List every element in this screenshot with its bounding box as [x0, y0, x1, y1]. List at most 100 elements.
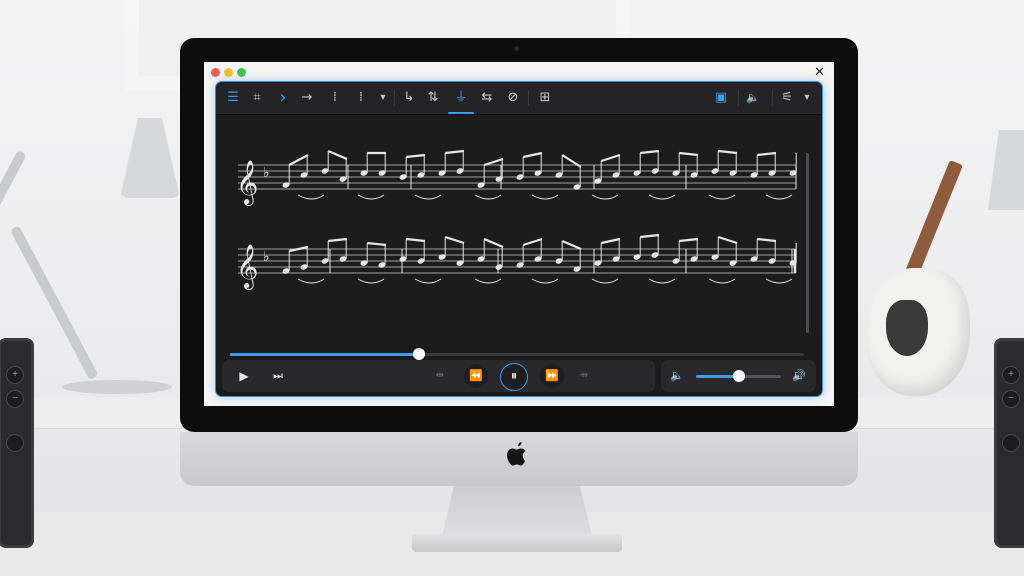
volume-controls: 🔈 🔊	[661, 360, 816, 392]
playback-progress-bar[interactable]	[230, 348, 804, 360]
speaker-icon[interactable]: 🔈	[744, 88, 762, 108]
imac-stand	[442, 486, 592, 536]
sheet-music-canvas: 𝄞 ♭ 𝄞 ♭	[236, 149, 797, 290]
slur	[708, 194, 736, 200]
slur	[357, 278, 385, 284]
note-beam	[367, 241, 387, 247]
slur	[474, 278, 502, 284]
note-beam	[600, 153, 621, 163]
music-player-app: ☰ ⌗ › → ⁞ ⁞ ▾ ↳ ⇅ ⏚ ⇆ ⊘ ⊞ ▣ 🔈 ⚟ ▾ 𝄞 ♭ 𝄞 …	[216, 82, 822, 396]
slur	[297, 278, 325, 284]
close-window-button[interactable]	[211, 68, 220, 77]
pause-icon[interactable]: ⏸	[500, 363, 528, 391]
chevron-right-icon[interactable]: ›	[274, 88, 292, 108]
note-beam	[757, 151, 777, 157]
metronome-icon[interactable]: ⏚	[448, 88, 474, 114]
dropdown-arrow-icon[interactable]: ▾	[374, 88, 392, 108]
slur	[765, 278, 793, 284]
volume-high-icon[interactable]: 🔊	[789, 366, 809, 386]
grid-icon[interactable]: ⊞	[536, 88, 554, 108]
slur	[531, 278, 559, 284]
slur	[591, 278, 619, 284]
slur	[708, 278, 736, 284]
note-beam	[328, 237, 348, 243]
slur	[297, 194, 325, 200]
maximize-window-button[interactable]	[237, 68, 246, 77]
volume-slider-knob[interactable]	[732, 370, 745, 382]
music-glyphs: 𝄞 ♭ 𝄞 ♭	[236, 149, 797, 290]
rewind-icon[interactable]: ⏪	[464, 364, 488, 388]
slur	[531, 194, 559, 200]
toolbar-separator	[772, 90, 773, 106]
speaker-left: + −	[0, 338, 34, 548]
note-beam	[522, 151, 543, 159]
imac-stand-base	[412, 534, 622, 552]
transport-controls: ▶ ⏭ ⇹ ⏪ ⏸ ⏩ ⇸	[222, 360, 655, 392]
toolbar: ☰ ⌗ › → ⁞ ⁞ ▾ ↳ ⇅ ⏚ ⇆ ⊘ ⊞ ▣ 🔈 ⚟ ▾	[216, 82, 822, 115]
playback-progress-fill	[230, 353, 420, 356]
note-beam	[640, 149, 660, 155]
note-beam	[600, 237, 621, 245]
settings-icon[interactable]: ⚟	[778, 88, 796, 108]
toolbar-separator	[738, 90, 739, 106]
slur	[414, 278, 442, 284]
flat-key-icon: ♭	[263, 249, 270, 265]
treble-clef-icon: 𝄞	[236, 244, 258, 290]
playback-progress-knob[interactable]	[413, 348, 426, 360]
volume-slider[interactable]	[696, 370, 781, 382]
crop-frame-icon[interactable]: ⌗	[248, 88, 266, 108]
menu-icon[interactable]: ☰	[224, 88, 242, 108]
apple-logo-icon	[504, 440, 530, 472]
camera-icon	[514, 46, 519, 51]
mixer-icon[interactable]: ⇆	[478, 88, 496, 108]
slur	[357, 194, 385, 200]
screen: ✕ ☰ ⌗ › → ⁞ ⁞ ▾ ↳ ⇅ ⏚ ⇆ ⊘ ⊞ ▣ 🔈 ⚟ ▾ 𝄞 ♭ …	[204, 62, 834, 406]
speaker-right: + −	[994, 338, 1024, 548]
arrow-right-icon[interactable]: →	[298, 88, 316, 108]
slur	[591, 194, 619, 200]
selection-icon[interactable]: ⁞	[326, 88, 344, 108]
slur	[474, 194, 502, 200]
note-beam	[445, 149, 465, 155]
slur	[765, 194, 793, 200]
note-beam	[327, 149, 348, 161]
slur	[648, 194, 676, 200]
note-beam	[679, 151, 699, 157]
panel-icon[interactable]: ▣	[712, 88, 730, 108]
note-beam	[406, 237, 426, 243]
repeat-icon[interactable]: ⇸	[574, 366, 594, 386]
tie-icon[interactable]: ↳	[400, 88, 418, 108]
note-beam	[640, 233, 660, 239]
selection-icon-2[interactable]: ⁞	[352, 88, 370, 108]
toolbar-separator	[528, 90, 529, 106]
fast-forward-icon[interactable]: ⏩	[540, 364, 564, 388]
next-track-icon[interactable]: ⏭	[268, 366, 288, 386]
transpose-icon[interactable]: ⇅	[424, 88, 442, 108]
note-beam	[522, 237, 543, 247]
note-beam	[757, 237, 777, 243]
note-beam	[444, 235, 465, 245]
note-beam	[717, 235, 738, 245]
volume-low-icon[interactable]: 🔈	[667, 366, 687, 386]
note-beam	[483, 237, 504, 249]
slur	[648, 278, 676, 284]
shuffle-icon[interactable]: ⇹	[430, 366, 450, 386]
zoom-icon[interactable]: ⊘	[504, 88, 522, 108]
treble-clef-icon: 𝄞	[236, 160, 258, 206]
flat-key-icon: ♭	[263, 165, 270, 181]
minimize-window-button[interactable]	[224, 68, 233, 77]
toolbar-separator	[394, 90, 395, 106]
close-icon[interactable]: ✕	[814, 64, 825, 80]
note-beam	[483, 157, 504, 167]
vertical-scrollbar[interactable]	[806, 153, 809, 333]
slur	[414, 194, 442, 200]
note-beam	[561, 239, 582, 251]
note-beam	[288, 154, 309, 166]
sheet-music-view[interactable]: 𝄞 ♭ 𝄞 ♭	[216, 115, 822, 337]
note-beam	[718, 149, 738, 155]
note-beam	[679, 237, 699, 243]
window-titlebar: ✕	[204, 62, 834, 82]
note-beam	[406, 153, 426, 159]
settings-dropdown-icon[interactable]: ▾	[798, 88, 816, 108]
play-icon[interactable]: ▶	[234, 366, 254, 386]
